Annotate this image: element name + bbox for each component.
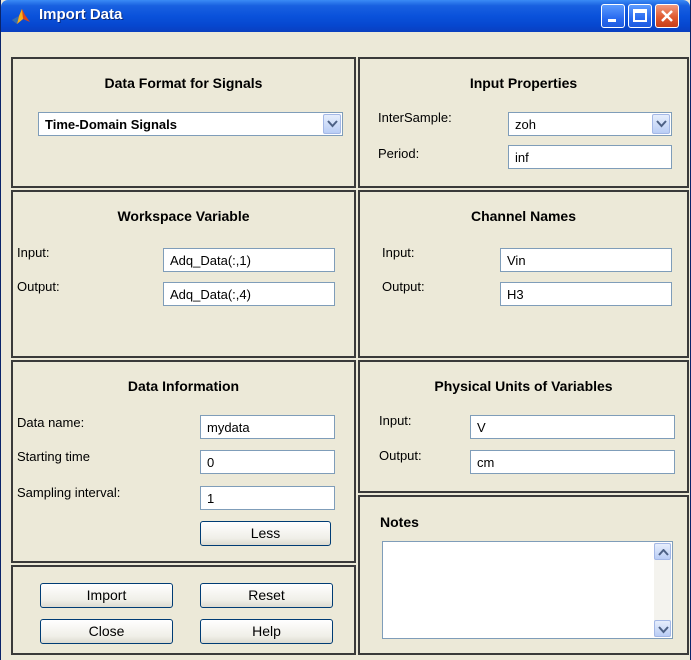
notes-panel: Notes — [358, 495, 689, 655]
data-format-select[interactable]: Time-Domain Signals — [38, 112, 343, 136]
workspace-input-label: Input: — [17, 245, 50, 260]
less-button[interactable]: Less — [200, 521, 331, 546]
channel-input-field[interactable] — [500, 248, 672, 272]
reset-button[interactable]: Reset — [200, 583, 333, 608]
data-format-value: Time-Domain Signals — [45, 117, 177, 132]
physical-units-panel: Physical Units of Variables Input: Outpu… — [358, 360, 689, 493]
matlab-logo-icon — [11, 6, 31, 26]
intersample-value: zoh — [515, 117, 536, 132]
data-format-title: Data Format for Signals — [104, 75, 263, 91]
channel-output-field[interactable] — [500, 282, 672, 306]
workspace-input-field[interactable] — [163, 248, 335, 272]
notes-title: Notes — [380, 514, 419, 530]
channel-names-panel: Channel Names Input: Output: — [358, 190, 689, 358]
chevron-down-icon[interactable] — [652, 114, 670, 134]
actions-panel: Import Reset Close Help — [11, 565, 356, 655]
close-button[interactable]: Close — [40, 619, 173, 644]
scroll-down-icon[interactable] — [654, 620, 671, 637]
input-properties-panel: Input Properties InterSample: zoh Period… — [358, 57, 689, 188]
sampling-interval-input[interactable] — [200, 486, 335, 510]
channel-names-title: Channel Names — [470, 208, 577, 224]
scroll-up-icon[interactable] — [654, 543, 671, 560]
starting-time-input[interactable] — [200, 450, 335, 474]
units-output-label: Output: — [379, 448, 422, 463]
data-information-panel: Data Information Data name: Starting tim… — [11, 360, 356, 563]
starting-time-label: Starting time — [17, 449, 90, 464]
period-input[interactable] — [508, 145, 672, 169]
units-output-field[interactable] — [470, 450, 675, 474]
window-title: Import Data — [39, 6, 123, 23]
intersample-select[interactable]: zoh — [508, 112, 672, 136]
notes-textarea[interactable] — [382, 541, 673, 639]
minimize-icon — [608, 19, 616, 22]
close-window-button[interactable] — [655, 4, 679, 28]
channel-output-label: Output: — [382, 279, 425, 294]
units-input-label: Input: — [379, 413, 412, 428]
data-name-input[interactable] — [200, 415, 335, 439]
help-button[interactable]: Help — [200, 619, 333, 644]
minimize-button[interactable] — [601, 4, 625, 28]
sampling-interval-label: Sampling interval: — [17, 485, 121, 500]
channel-input-label: Input: — [382, 245, 415, 260]
import-data-window: Import Data Data Format for Signals Time… — [0, 0, 691, 660]
data-information-title: Data Information — [127, 378, 240, 394]
units-input-field[interactable] — [470, 415, 675, 439]
input-properties-title: Input Properties — [469, 75, 578, 91]
import-button[interactable]: Import — [40, 583, 173, 608]
data-format-panel: Data Format for Signals Time-Domain Sign… — [11, 57, 356, 188]
title-bar[interactable]: Import Data — [1, 0, 690, 32]
maximize-icon — [633, 9, 647, 22]
maximize-button[interactable] — [628, 4, 652, 28]
data-name-label: Data name: — [17, 415, 85, 430]
notes-scrollbar[interactable] — [654, 543, 671, 637]
close-icon — [661, 10, 673, 22]
workspace-output-label: Output: — [17, 279, 60, 294]
period-label: Period: — [378, 146, 420, 161]
workspace-variable-panel: Workspace Variable Input: Output: — [11, 190, 356, 358]
intersample-label: InterSample: — [378, 110, 452, 125]
chevron-down-icon[interactable] — [323, 114, 341, 134]
workspace-variable-title: Workspace Variable — [117, 208, 250, 224]
physical-units-title: Physical Units of Variables — [434, 378, 613, 394]
workspace-output-field[interactable] — [163, 282, 335, 306]
